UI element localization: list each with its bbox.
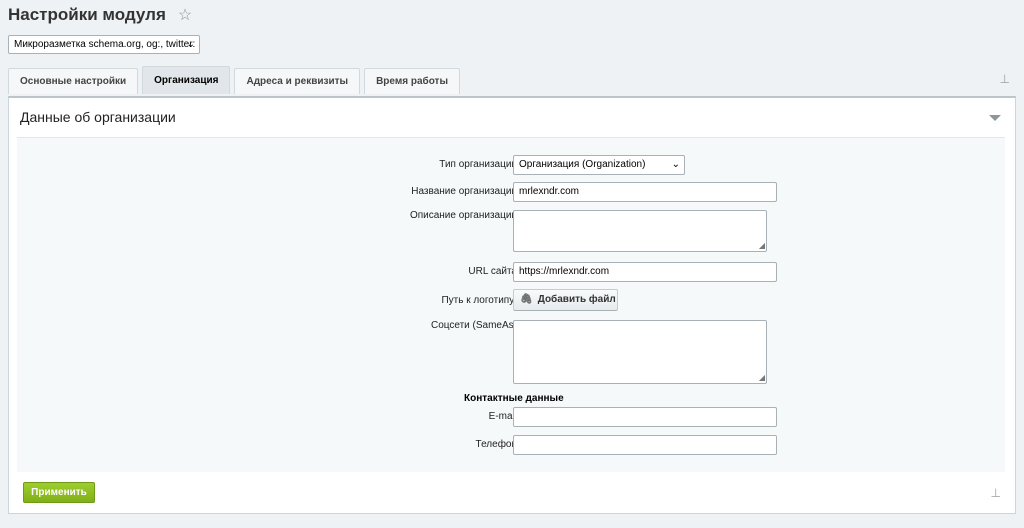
org-name-input[interactable]: mrlexndr.com (513, 182, 777, 202)
row-phone: Телефон (17, 435, 1005, 457)
social-textarea[interactable]: ◢ (513, 320, 767, 384)
chevron-down-icon: ⌄ (186, 39, 195, 50)
logo-path-label: Путь к логотипу: (441, 295, 517, 306)
row-logo-path: Путь к логотипу: 🖇 Добавить файл (17, 289, 1005, 311)
page-title-text: Настройки модуля (8, 5, 166, 24)
page-title: Настройки модуля ☆ (8, 5, 192, 25)
site-url-label: URL сайта (468, 266, 517, 277)
star-icon[interactable]: ☆ (178, 5, 192, 25)
module-select[interactable]: Микроразметка schema.org, og:, twitter: … (8, 35, 200, 54)
org-description-textarea[interactable]: ◢ (513, 210, 767, 252)
module-select-value: Микроразметка schema.org, og:, twitter: (14, 39, 196, 50)
row-org-type: Тип организации Организация (Organizatio… (17, 155, 1005, 177)
section-title: Данные об организации (20, 109, 176, 125)
resize-handle-icon[interactable]: ◢ (759, 374, 765, 382)
site-url-input[interactable]: https://mrlexndr.com (513, 262, 777, 282)
org-description-label: Описание организации (409, 210, 517, 221)
phone-field[interactable] (513, 435, 777, 455)
paperclip-icon: 🖇 (520, 294, 533, 305)
settings-panel: Данные об организации Тип организации Ор… (8, 96, 1016, 514)
org-type-value: Организация (Organization) (519, 159, 646, 170)
apply-button[interactable]: Применить (23, 482, 95, 503)
phone-label: Телефон (475, 439, 517, 450)
row-org-description: Описание организации ◢ (17, 210, 1005, 252)
pin-icon[interactable]: ⊥ (991, 486, 1001, 500)
social-label: Соцсети (SameAs) (430, 320, 517, 331)
tab-main-settings[interactable]: Основные настройки (8, 68, 139, 94)
row-social: Соцсети (SameAs) ◢ (17, 320, 1005, 384)
org-type-label: Тип организации (439, 159, 517, 170)
tab-work-hours[interactable]: Время работы (364, 68, 460, 94)
row-email: E-mail (17, 407, 1005, 429)
email-field[interactable] (513, 407, 777, 427)
tab-addresses[interactable]: Адреса и реквизиты (234, 68, 361, 94)
add-file-label: Добавить файл (537, 294, 616, 305)
row-site-url: URL сайта https://mrlexndr.com (17, 262, 1005, 284)
form-area: Тип организации Организация (Organizatio… (17, 137, 1005, 472)
chevron-down-icon: ⌄ (671, 159, 680, 170)
add-file-button[interactable]: 🖇 Добавить файл (513, 289, 618, 311)
org-type-select[interactable]: Организация (Organization) ⌄ (513, 155, 685, 175)
collapse-arrow-icon[interactable] (989, 115, 1001, 121)
org-name-label: Название организации (411, 186, 517, 197)
row-org-name: Название организации mrlexndr.com (17, 182, 1005, 204)
tab-bar: Основные настройки Организация Адреса и … (8, 66, 464, 94)
tab-organization[interactable]: Организация (142, 66, 231, 94)
pin-icon[interactable]: ⊥ (1000, 72, 1010, 86)
resize-handle-icon[interactable]: ◢ (759, 242, 765, 250)
contacts-heading: Контактные данные (464, 393, 564, 404)
